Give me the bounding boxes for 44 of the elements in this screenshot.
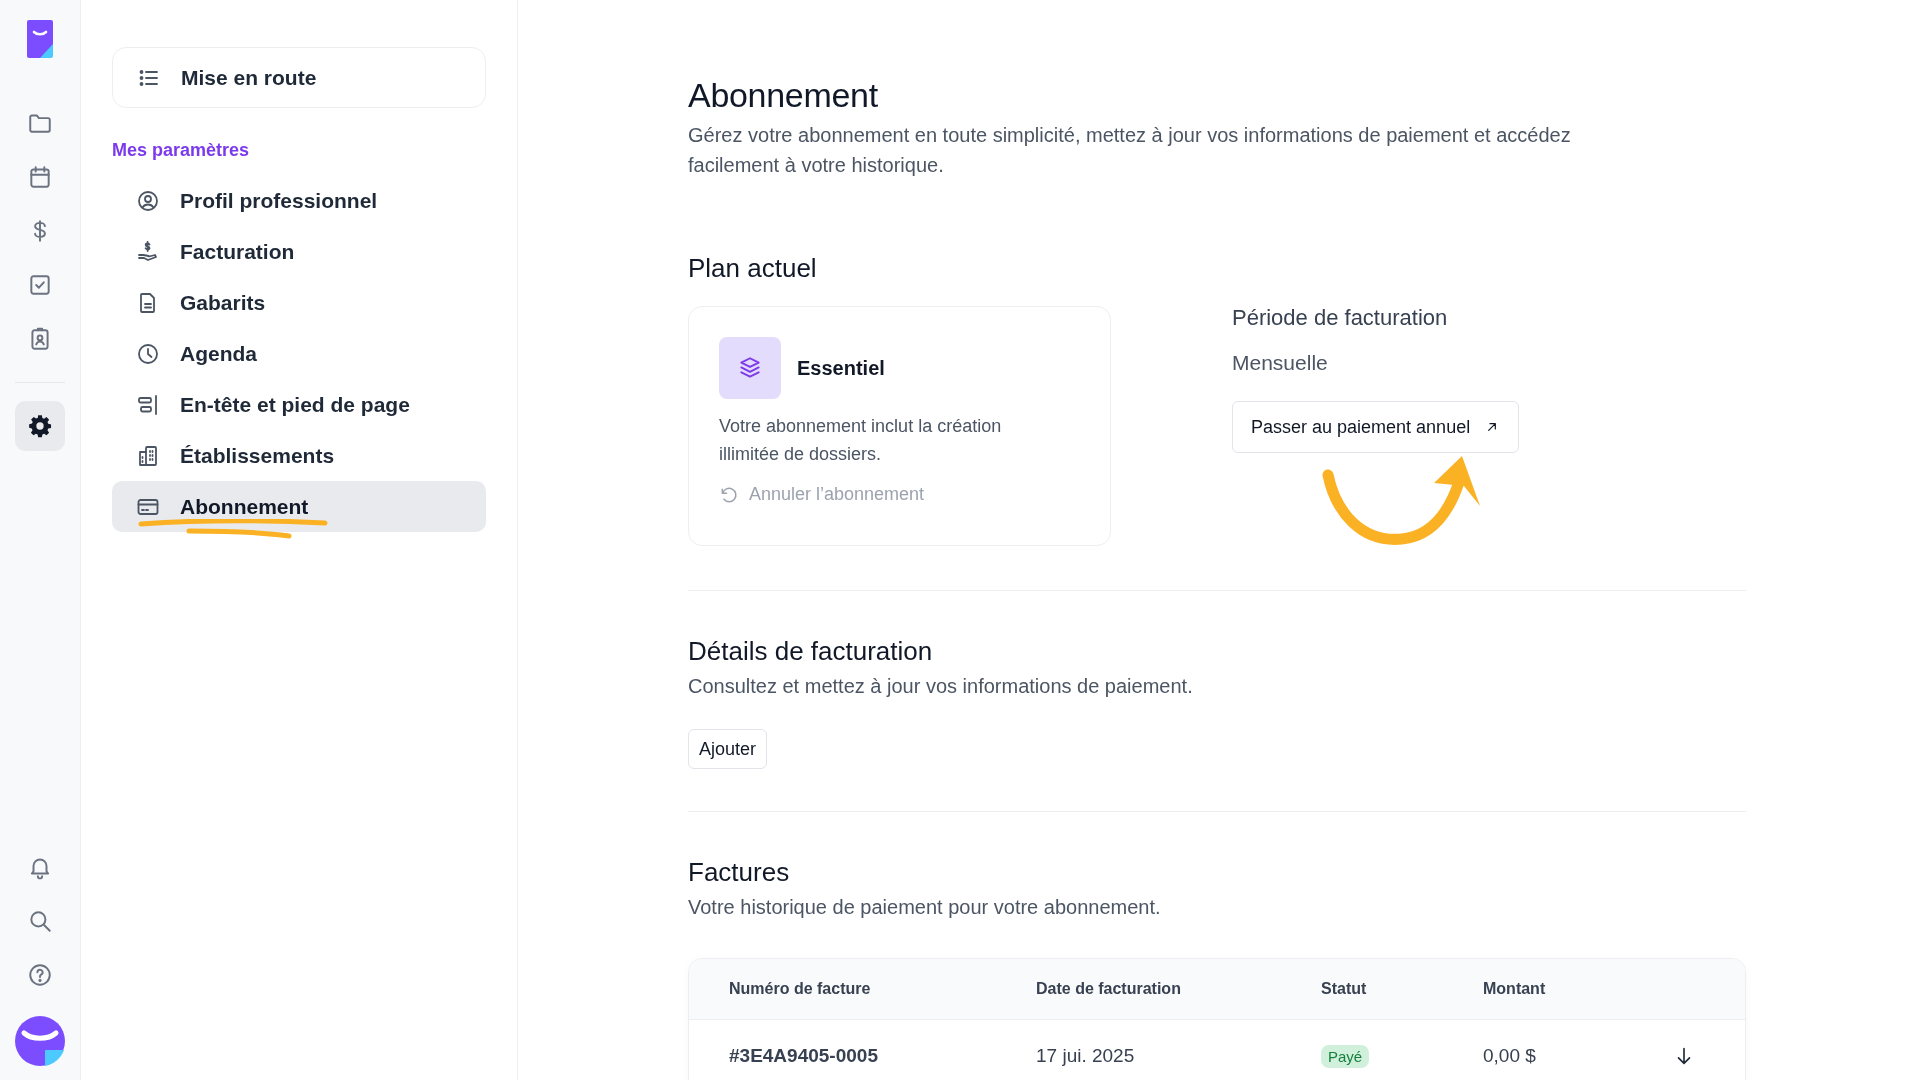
help-icon[interactable] — [27, 962, 53, 988]
rail-nav-button[interactable] — [15, 401, 65, 451]
table-cell-text: #3E4A9405-0005 — [729, 1045, 879, 1067]
page-description: Gérez votre abonnement en toute simplicité, mettez à jour vos informations de paiement et accédez facilement à votre historique. — [688, 123, 1572, 178]
column-header: Montant — [1483, 980, 1547, 998]
column-header: Numéro de facture — [729, 980, 872, 998]
upgrade-button[interactable]: Passer au paiement annuel — [1232, 401, 1520, 453]
section-title: Factures — [688, 856, 791, 888]
sidebar-item[interactable]: Abonnement — [112, 481, 486, 532]
building-icon — [136, 443, 160, 468]
layout-icon — [136, 392, 160, 417]
section-title: Plan actuel — [688, 252, 818, 284]
sidebar-item[interactable]: Facturation — [112, 226, 486, 277]
plan-name: Essentiel — [797, 356, 885, 380]
section-description: Votre historique de paiement pour votre abonnement. — [688, 895, 1162, 920]
layers-icon — [737, 355, 763, 381]
column-header: Date de facturation — [1036, 980, 1182, 998]
period-label: Période de facturation — [1232, 306, 1448, 330]
page-title: Abonnement — [688, 75, 879, 116]
sidebar-item[interactable]: En-tête et pied de page — [112, 379, 486, 430]
getting-started-button[interactable]: Mise en route — [112, 47, 486, 108]
hand-dollar-icon — [136, 239, 160, 264]
calendar-icon — [27, 164, 53, 190]
section-description: Consultez et mettez à jour vos informations de paiement. — [688, 674, 1194, 699]
section-heading: Mes paramètres — [112, 140, 251, 161]
section-title: Détails de facturation — [688, 635, 934, 667]
logo-icon[interactable] — [27, 20, 53, 58]
plan-description: Votre abonnement inclut la création illimitée de dossiers. — [719, 415, 1003, 466]
sidebar-item[interactable]: Profil professionnel — [112, 175, 486, 226]
settings-icon — [27, 413, 53, 439]
column-header: Statut — [1321, 980, 1368, 998]
checkbox-icon — [27, 272, 53, 298]
search-icon[interactable] — [27, 908, 53, 934]
sidebar-item[interactable]: Établissements — [112, 430, 486, 481]
avatar-icon[interactable] — [15, 1016, 65, 1066]
add-button[interactable]: Ajouter — [688, 729, 768, 769]
table-cell-text: 0,00 $ — [1483, 1045, 1537, 1067]
clock-icon — [136, 341, 160, 366]
sidebar-item[interactable]: Agenda — [112, 328, 486, 379]
status-badge: Payé — [1321, 1044, 1370, 1068]
period-value: Mensuelle — [1232, 351, 1328, 375]
user-circle-icon — [136, 188, 160, 213]
sidebar-item[interactable]: Gabarits — [112, 277, 486, 328]
table-cell-text: 17 jui. 2025 — [1036, 1045, 1136, 1067]
